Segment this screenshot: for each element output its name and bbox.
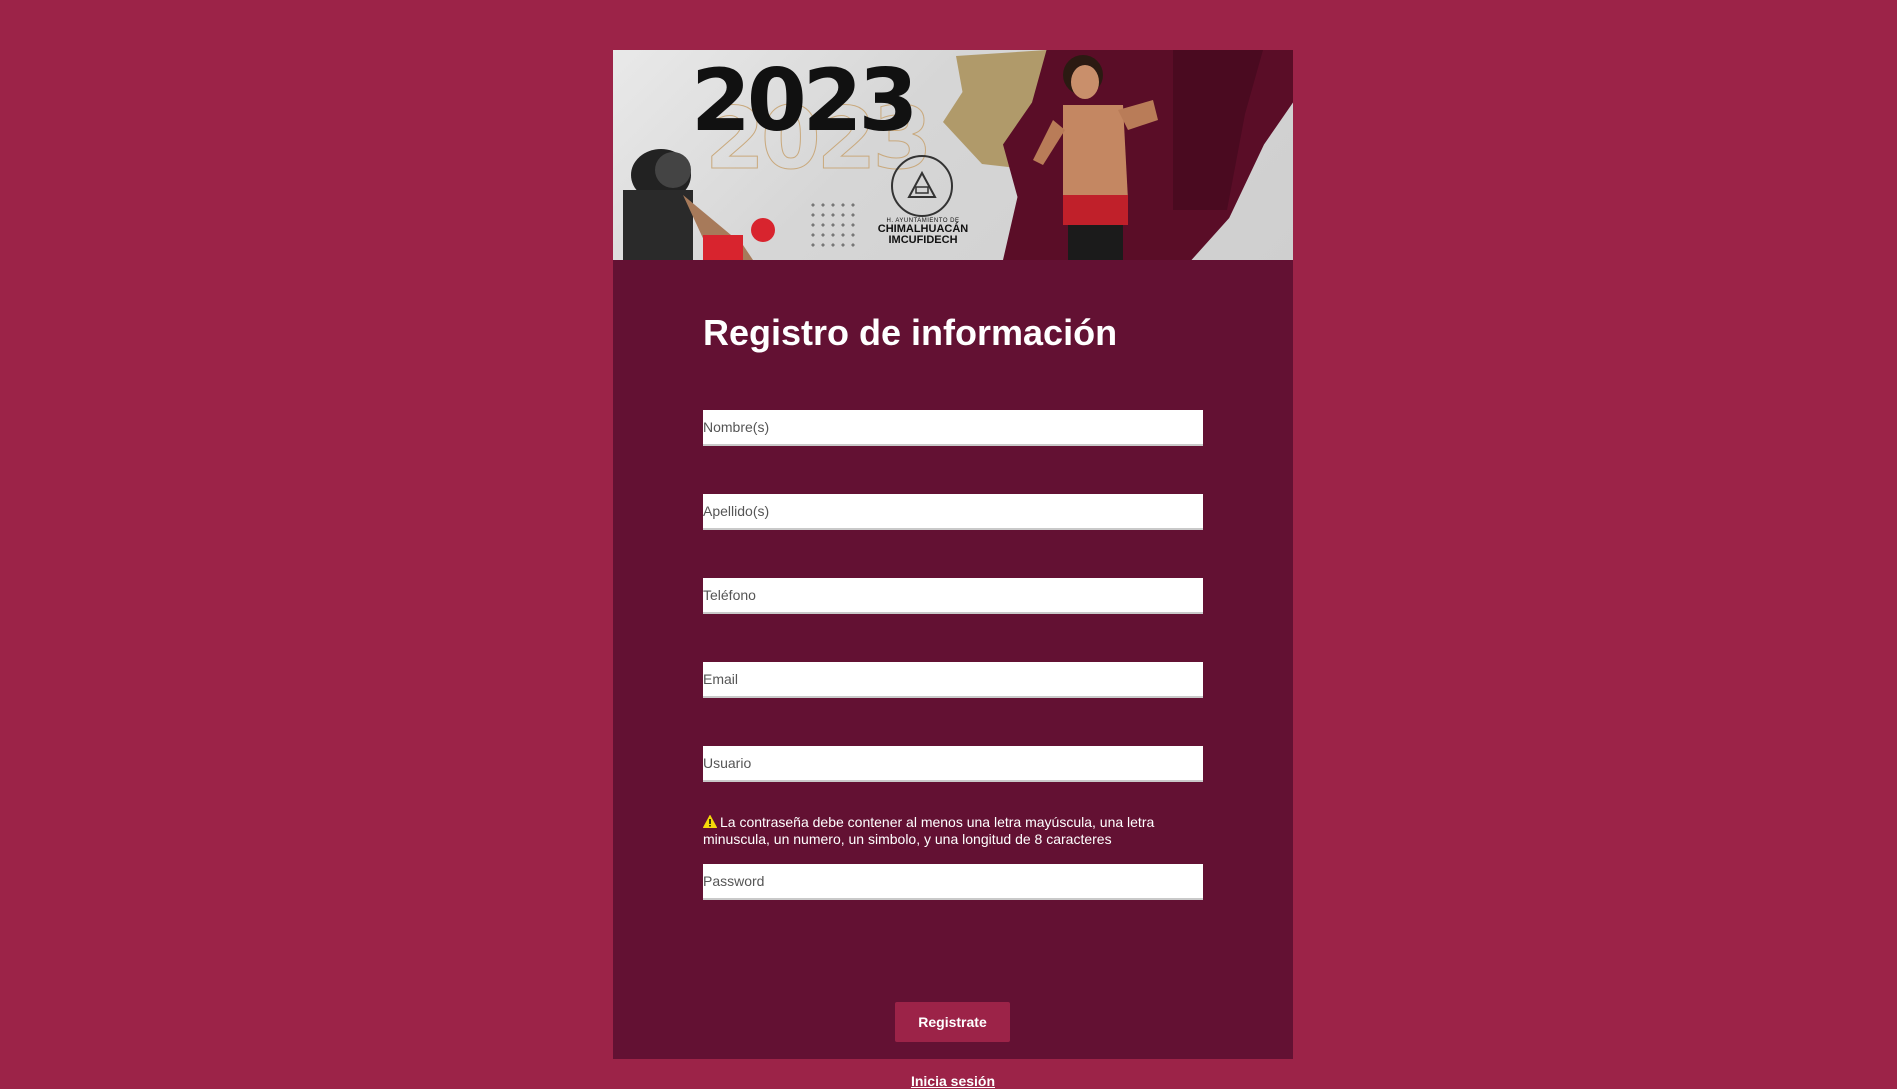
chimalhuacan-seal-logo xyxy=(891,155,953,217)
seal-caption: H. AYUNTAMIENTO DE CHIMALHUACÁN IMCUFIDE… xyxy=(858,218,988,246)
login-link[interactable]: Inicia sesión xyxy=(703,1073,1203,1089)
registration-card: 2023 2023 H. AYUNTAMIENTO DE CHIMALHUACÁ… xyxy=(613,50,1293,1089)
apellido-input[interactable] xyxy=(703,494,1203,530)
header-banner: 2023 2023 H. AYUNTAMIENTO DE CHIMALHUACÁ… xyxy=(613,50,1293,260)
banner-year: 2023 xyxy=(691,51,918,151)
banner-dot-pattern xyxy=(808,200,858,250)
kickboxer-left-image xyxy=(623,149,775,260)
kickboxer-right-image xyxy=(1033,55,1158,260)
email-input[interactable] xyxy=(703,662,1203,698)
password-hint: La contraseña debe contener al menos una… xyxy=(703,814,1203,848)
telefono-input[interactable] xyxy=(703,578,1203,614)
password-input[interactable] xyxy=(703,864,1203,900)
seal-caption-line3: IMCUFIDECH xyxy=(888,234,958,246)
password-hint-text: La contraseña debe contener al menos una… xyxy=(703,814,1155,847)
register-button[interactable]: Registrate xyxy=(895,1002,1010,1042)
seal-emblem-icon xyxy=(907,170,937,198)
page-title: Registro de información xyxy=(703,312,1118,353)
usuario-input[interactable] xyxy=(703,746,1203,782)
warning-icon xyxy=(703,815,717,828)
nombre-input[interactable] xyxy=(703,410,1203,446)
